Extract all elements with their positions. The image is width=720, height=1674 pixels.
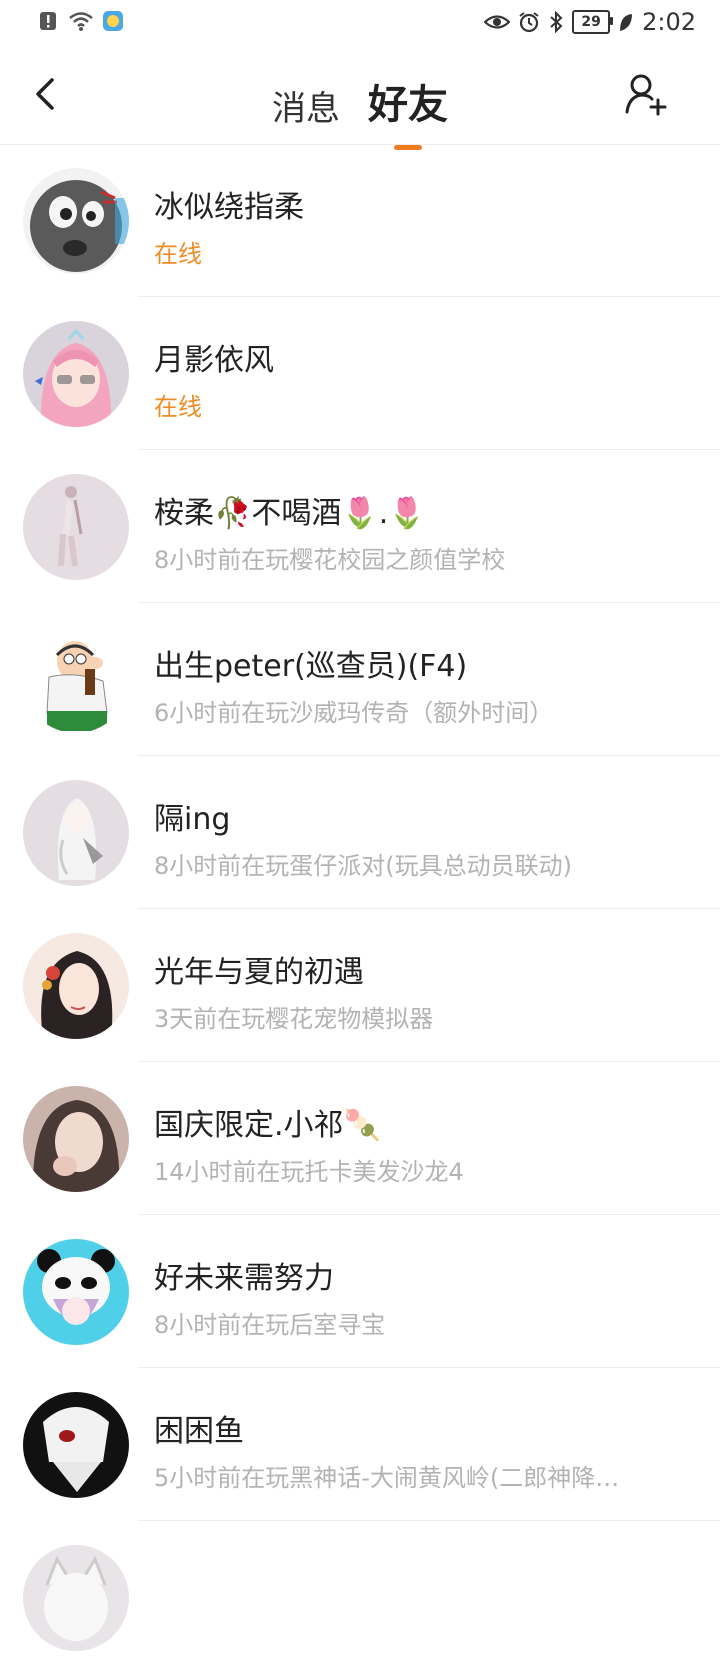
- avatar-image: [23, 1239, 129, 1345]
- leaf-icon: [620, 14, 633, 31]
- app-notification-icon: [103, 11, 123, 31]
- avatar[interactable]: [23, 780, 129, 886]
- tab-messages-label: 消息: [272, 89, 340, 129]
- avatar-image: [23, 474, 129, 580]
- avatar[interactable]: [23, 1239, 129, 1345]
- friend-name: 月影依风: [154, 343, 274, 378]
- avatar-image: [23, 1086, 129, 1192]
- friend-name: 出生peter(巡查员)(F4): [154, 649, 468, 684]
- friend-row[interactable]: 困困鱼 5小时前在玩黑神话-大闹黄风岭(二郎神降…: [0, 1368, 720, 1521]
- friend-name: 隔ing: [154, 802, 231, 837]
- avatar-image: [23, 933, 129, 1039]
- bluetooth-icon: [550, 11, 563, 33]
- friend-row[interactable]: 隔ing 8小时前在玩蛋仔派对(玩具总动员联动): [0, 756, 720, 909]
- avatar[interactable]: [23, 1545, 129, 1651]
- friend-status: 6小时前在玩沙威玛传奇（额外时间）: [154, 699, 554, 727]
- friend-status: 8小时前在玩樱花校园之颜值学校: [154, 546, 506, 574]
- add-friend-button[interactable]: [624, 70, 670, 118]
- friend-status: 5小时前在玩黑神话-大闹黄风岭(二郎神降…: [154, 1464, 620, 1492]
- friend-status: 在线: [154, 393, 202, 421]
- friend-row[interactable]: 月影依风 在线: [0, 297, 720, 450]
- alarm-icon: [519, 12, 539, 33]
- avatar[interactable]: [23, 168, 129, 274]
- battery-indicator: 29: [572, 10, 614, 34]
- friend-row[interactable]: 光年与夏的初遇 3天前在玩樱花宠物模拟器: [0, 909, 720, 1062]
- tab-friends[interactable]: 好友: [366, 68, 450, 150]
- status-left: [38, 10, 124, 32]
- friend-status: 在线: [154, 240, 202, 268]
- avatar[interactable]: [23, 474, 129, 580]
- friend-name: 桉柔🥀不喝酒🌷.🌷: [154, 496, 426, 531]
- friend-row[interactable]: 国庆限定.小祁🍡 14小时前在玩托卡美发沙龙4: [0, 1062, 720, 1215]
- avatar-image: [23, 168, 129, 274]
- avatar-image: [23, 627, 129, 733]
- friend-name: 好未来需努力: [154, 1261, 334, 1296]
- friend-status: 8小时前在玩蛋仔派对(玩具总动员联动): [154, 852, 572, 880]
- alert-notification-icon: [40, 12, 56, 30]
- eye-icon: [484, 15, 511, 29]
- avatar[interactable]: [23, 321, 129, 427]
- status-time: 2:02: [642, 8, 696, 36]
- tab-messages[interactable]: 消息: [270, 77, 342, 134]
- avatar-image: [23, 780, 129, 886]
- avatar-image: [23, 321, 129, 427]
- friend-row[interactable]: 冰似绕指柔 在线: [0, 144, 720, 297]
- avatar[interactable]: [23, 1392, 129, 1498]
- avatar[interactable]: [23, 1086, 129, 1192]
- status-right: 29 2:02: [484, 8, 696, 36]
- status-bar: 29 2:02: [0, 0, 720, 48]
- avatar[interactable]: [23, 933, 129, 1039]
- friend-name: 困困鱼: [154, 1414, 244, 1449]
- friend-name: 冰似绕指柔: [154, 190, 304, 225]
- tab-bar: 消息 好友: [0, 68, 720, 150]
- wifi-icon: [69, 12, 93, 31]
- friend-name: 光年与夏的初遇: [154, 955, 364, 990]
- friend-row-partial[interactable]: [0, 1521, 720, 1674]
- avatar-image: [23, 1545, 129, 1651]
- add-user-icon: [625, 74, 667, 116]
- header: 消息 好友: [0, 48, 720, 150]
- tab-friends-label: 好友: [368, 82, 448, 128]
- friend-row[interactable]: 桉柔🥀不喝酒🌷.🌷 8小时前在玩樱花校园之颜值学校: [0, 450, 720, 603]
- friend-status: 8小时前在玩后室寻宝: [154, 1311, 386, 1339]
- friend-row[interactable]: 出生peter(巡查员)(F4) 6小时前在玩沙威玛传奇（额外时间）: [0, 603, 720, 756]
- avatar[interactable]: [23, 627, 129, 733]
- friend-row[interactable]: 好未来需努力 8小时前在玩后室寻宝: [0, 1215, 720, 1368]
- friend-status: 3天前在玩樱花宠物模拟器: [154, 1005, 434, 1033]
- friend-list: 冰似绕指柔 在线 月影依风 在线 桉柔🥀不喝酒🌷.🌷 8小时前在玩樱花校园之颜值…: [0, 144, 720, 1674]
- avatar-image: [23, 1392, 129, 1498]
- friend-status: 14小时前在玩托卡美发沙龙4: [154, 1158, 464, 1186]
- friend-name: 国庆限定.小祁🍡: [154, 1108, 381, 1143]
